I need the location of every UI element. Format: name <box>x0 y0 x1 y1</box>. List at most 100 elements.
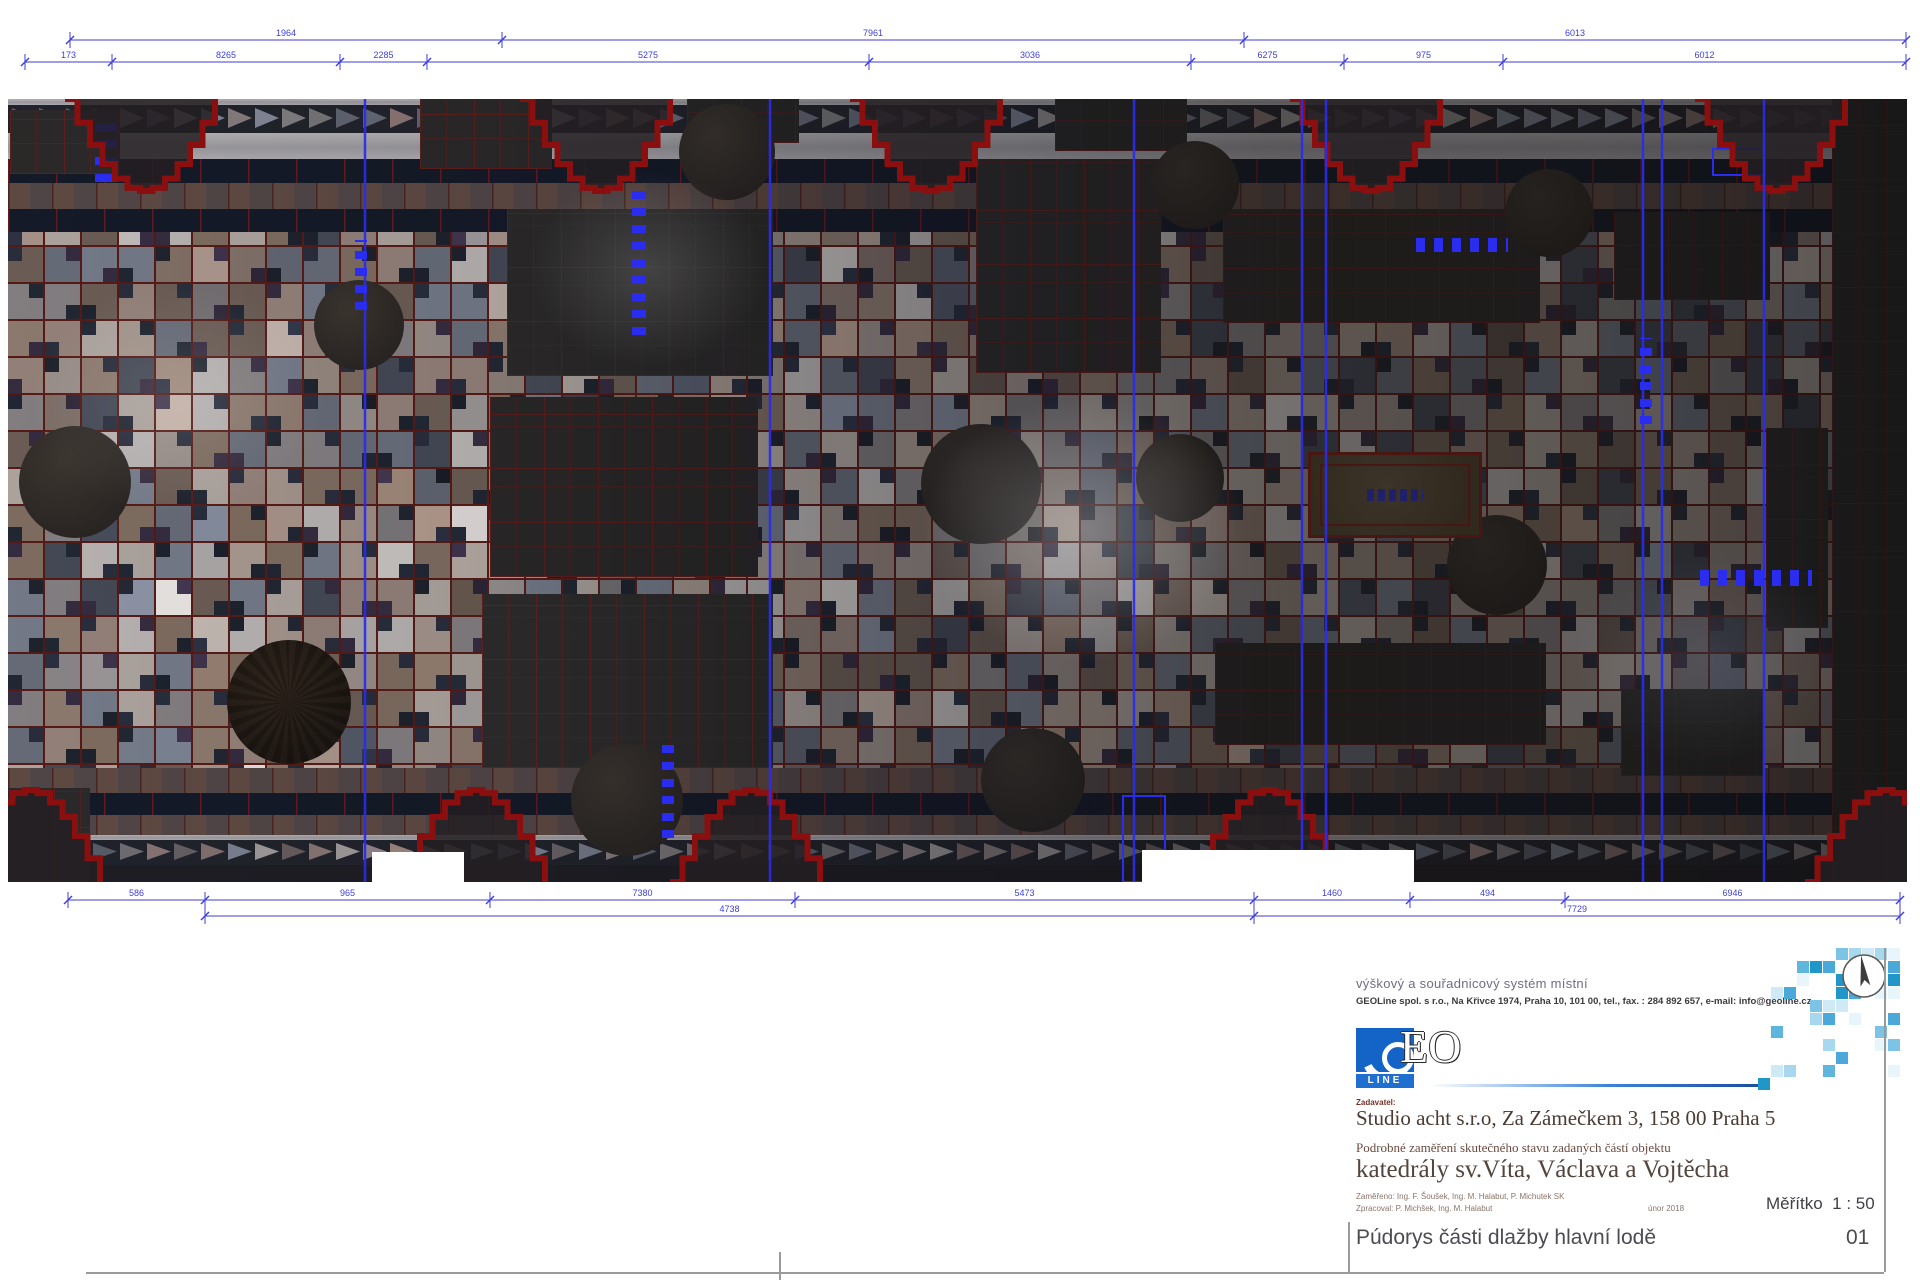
dimension-label: 8265 <box>216 50 236 60</box>
dimension-label: 7961 <box>863 28 883 38</box>
triangle-motif <box>336 108 360 128</box>
triangle-motif <box>1416 843 1440 860</box>
triangle-motif <box>795 843 819 860</box>
triangle-motif <box>1308 108 1332 128</box>
carpet-area <box>1614 212 1770 300</box>
small-tile-row-top <box>8 183 1907 209</box>
triangle-motif <box>1578 108 1602 128</box>
triangle-motif <box>930 843 954 860</box>
blue-annotation <box>1640 338 1652 424</box>
triangle-motif <box>471 843 495 860</box>
blue-annotation <box>355 240 367 310</box>
triangle-motif <box>1470 108 1494 128</box>
triangle-motif <box>606 108 630 128</box>
triangle-motif <box>984 108 1008 128</box>
triangle-motif <box>1011 843 1035 860</box>
triangle-motif <box>1416 108 1440 128</box>
titleblock-left-border <box>1348 1222 1350 1272</box>
blue-annotation <box>1416 238 1508 252</box>
triangle-motif <box>1632 108 1656 128</box>
triangle-motif <box>1524 843 1548 860</box>
navy-band-top-1 <box>8 159 1907 183</box>
triangle-motif <box>660 108 684 128</box>
triangle-motif <box>1443 843 1467 860</box>
drawing-date: únor 2018 <box>1648 1204 1684 1213</box>
triangle-motif <box>255 843 279 860</box>
navy-band-bottom <box>8 793 1907 815</box>
triangle-motif <box>1443 108 1467 128</box>
triangle-motif <box>714 843 738 860</box>
triangle-motif <box>1551 843 1575 860</box>
dimension-label: 965 <box>340 888 355 898</box>
medallion-circle <box>1151 141 1239 229</box>
triangle-motif <box>1092 843 1116 860</box>
dimension-label: 6013 <box>1565 28 1585 38</box>
company-contact-line: GEOLine spol. s r.o., Na Křivce 1974, Pr… <box>1356 996 1811 1007</box>
dimension-label: 2285 <box>373 50 393 60</box>
dimension-label: 4738 <box>719 904 739 914</box>
sheet-title: Púdorys části dlažby hlavní lodě <box>1356 1226 1656 1250</box>
drawing-sheet: 1964796160131738265228552753036627597560… <box>0 0 1920 1280</box>
carpet-area <box>420 99 552 169</box>
medallion-circle <box>679 104 775 200</box>
triangle-motif <box>876 843 900 860</box>
scale-label: Měřítko <box>1766 1194 1823 1213</box>
triangle-motif <box>363 108 387 128</box>
triangle-motif <box>282 843 306 860</box>
triangle-motif <box>552 108 576 128</box>
dimension-label: 6275 <box>1257 50 1277 60</box>
triangle-motif <box>498 843 522 860</box>
medallion-circle <box>227 640 351 764</box>
triangle-motif <box>1497 108 1521 128</box>
triangle-motif <box>1011 108 1035 128</box>
surveyed-by: Zaměřeno: Ing. F. Šoušek, Ing. M. Halabu… <box>1356 1192 1564 1201</box>
triangle-motif <box>1362 108 1386 128</box>
triangle-motif <box>1740 843 1764 860</box>
blue-annotation <box>95 118 117 182</box>
triangle-motif <box>660 843 684 860</box>
dimension-label: 6946 <box>1722 888 1742 898</box>
triangle-motif <box>228 843 252 860</box>
triangle-motif <box>1605 108 1629 128</box>
triangle-motif <box>228 108 252 128</box>
medallion-circle <box>1136 434 1224 522</box>
carpet-area <box>1621 689 1763 776</box>
triangle-motif <box>876 108 900 128</box>
triangle-motif <box>1767 843 1791 860</box>
project-note: Podrobné zaměření skutečného stavu zadan… <box>1356 1140 1671 1156</box>
triangle-motif <box>525 843 549 860</box>
logo-line-text: LINE <box>1356 1074 1414 1088</box>
dimension-label: 7729 <box>1567 904 1587 914</box>
small-tile-row-bottom-2 <box>8 815 1907 835</box>
carpet-area <box>1055 99 1187 151</box>
titleblock-right-border <box>1884 948 1886 1272</box>
north-arrow-icon <box>1838 950 1890 1002</box>
triangle-motif <box>147 843 171 860</box>
carpet-area <box>1223 209 1540 323</box>
triangle-frieze-top <box>8 105 1907 133</box>
bottom-edge-band <box>8 865 1907 882</box>
dimension-label: 5275 <box>638 50 658 60</box>
carpet-area <box>482 594 773 768</box>
scale-text: Měřítko 1 : 50 <box>1766 1194 1875 1214</box>
scale-value: 1 : 50 <box>1832 1194 1875 1213</box>
triangle-motif <box>309 108 333 128</box>
triangle-motif <box>1794 843 1818 860</box>
triangle-motif <box>1605 843 1629 860</box>
triangle-motif <box>201 108 225 128</box>
blue-annotation <box>632 185 646 335</box>
sheet-bottom-border <box>86 1272 1884 1274</box>
carpet-area <box>1766 428 1828 628</box>
logo-geo-text: EO <box>1400 1020 1461 1073</box>
triangle-motif <box>1713 843 1737 860</box>
triangle-motif <box>1659 843 1683 860</box>
triangle-motif <box>741 843 765 860</box>
triangle-motif <box>1524 108 1548 128</box>
triangle-motif <box>903 843 927 860</box>
triangle-motif <box>1551 108 1575 128</box>
logo-underline <box>1428 1084 1758 1087</box>
triangle-motif <box>849 843 873 860</box>
triangle-motif <box>1713 108 1737 128</box>
triangle-motif <box>390 108 414 128</box>
triangle-motif <box>579 108 603 128</box>
